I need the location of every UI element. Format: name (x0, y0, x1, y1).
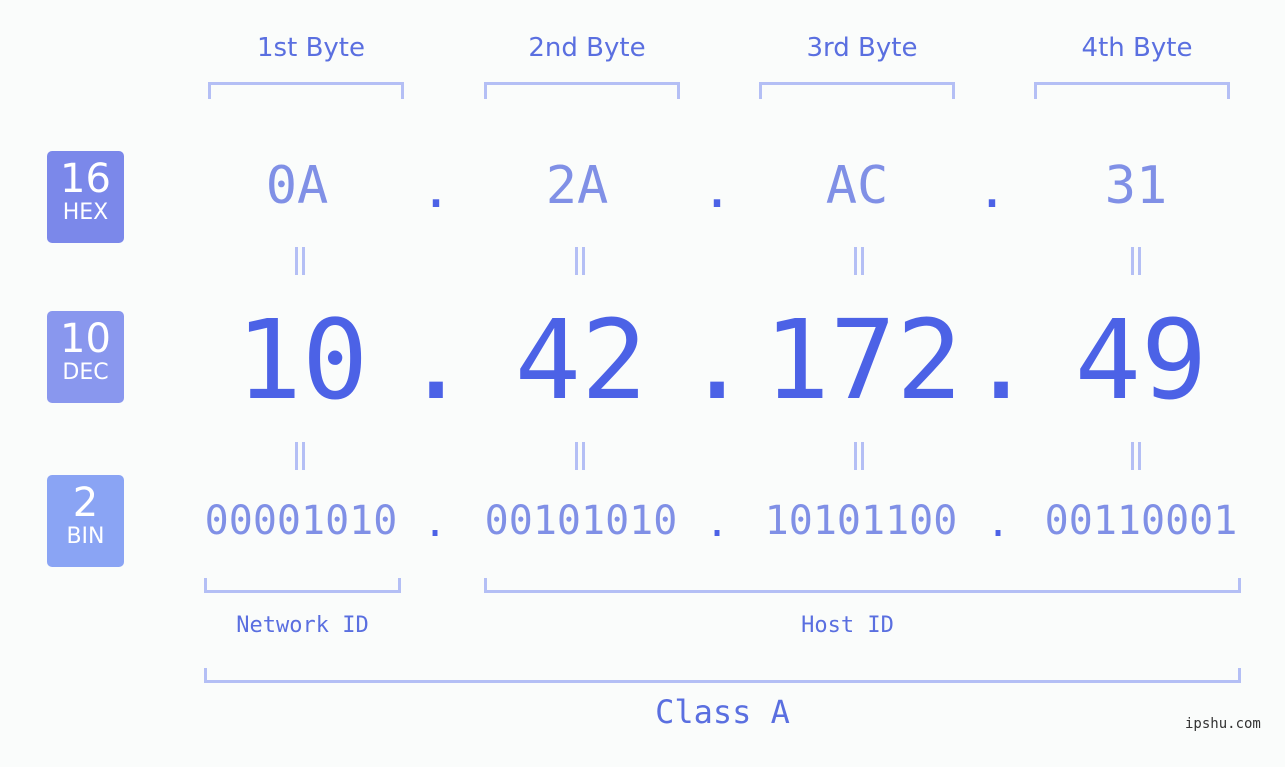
host-id-label: Host ID (801, 613, 894, 638)
hex-dot-1: . (420, 160, 452, 220)
dec-value-1: 10 (235, 296, 369, 424)
equals-icon (570, 247, 590, 275)
hex-badge: 16 HEX (47, 151, 124, 243)
equals-icon (290, 442, 310, 470)
host-id-bracket (484, 578, 1241, 593)
equals-icon (849, 442, 869, 470)
hex-value-1: 0A (265, 156, 329, 216)
byte-bracket-3 (759, 82, 955, 99)
bin-dot-2: . (704, 500, 730, 546)
dec-dot-2: . (684, 296, 751, 424)
bin-value-3: 10101100 (764, 498, 958, 544)
equals-icon (570, 442, 590, 470)
dec-value-2: 42 (514, 296, 648, 424)
bin-value-1: 00001010 (204, 498, 398, 544)
byte-header-3: 3rd Byte (806, 33, 918, 63)
dec-badge-label: DEC (62, 360, 109, 385)
bin-badge-label: BIN (66, 524, 105, 549)
hex-badge-number: 16 (60, 156, 111, 202)
dec-badge-number: 10 (60, 316, 111, 362)
dec-value-4: 49 (1074, 296, 1208, 424)
network-id-label: Network ID (236, 613, 369, 638)
byte-bracket-2 (484, 82, 680, 99)
equals-icon (1126, 442, 1146, 470)
equals-icon (290, 247, 310, 275)
bin-value-4: 00110001 (1044, 498, 1238, 544)
dec-dot-3: . (968, 296, 1035, 424)
hex-dot-2: . (701, 160, 733, 220)
equals-icon (849, 247, 869, 275)
bin-badge: 2 BIN (47, 475, 124, 567)
class-label: Class A (655, 693, 790, 731)
network-id-bracket (204, 578, 401, 593)
byte-header-2: 2nd Byte (528, 33, 646, 63)
dec-value-3: 172 (763, 296, 963, 424)
hex-badge-label: HEX (62, 200, 109, 225)
byte-bracket-1 (208, 82, 404, 99)
class-bracket (204, 668, 1241, 683)
byte-header-1: 1st Byte (257, 33, 365, 63)
bin-dot-1: . (422, 500, 448, 546)
watermark: ipshu.com (1185, 716, 1261, 732)
hex-value-2: 2A (545, 156, 609, 216)
bin-badge-number: 2 (72, 480, 99, 526)
byte-header-4: 4th Byte (1081, 33, 1193, 63)
dec-badge: 10 DEC (47, 311, 124, 403)
byte-bracket-4 (1034, 82, 1230, 99)
hex-value-3: AC (825, 156, 889, 216)
bin-dot-3: . (985, 500, 1011, 546)
equals-icon (1126, 247, 1146, 275)
hex-value-4: 31 (1104, 156, 1168, 216)
hex-dot-3: . (976, 160, 1008, 220)
bin-value-2: 00101010 (484, 498, 678, 544)
dec-dot-1: . (403, 296, 470, 424)
